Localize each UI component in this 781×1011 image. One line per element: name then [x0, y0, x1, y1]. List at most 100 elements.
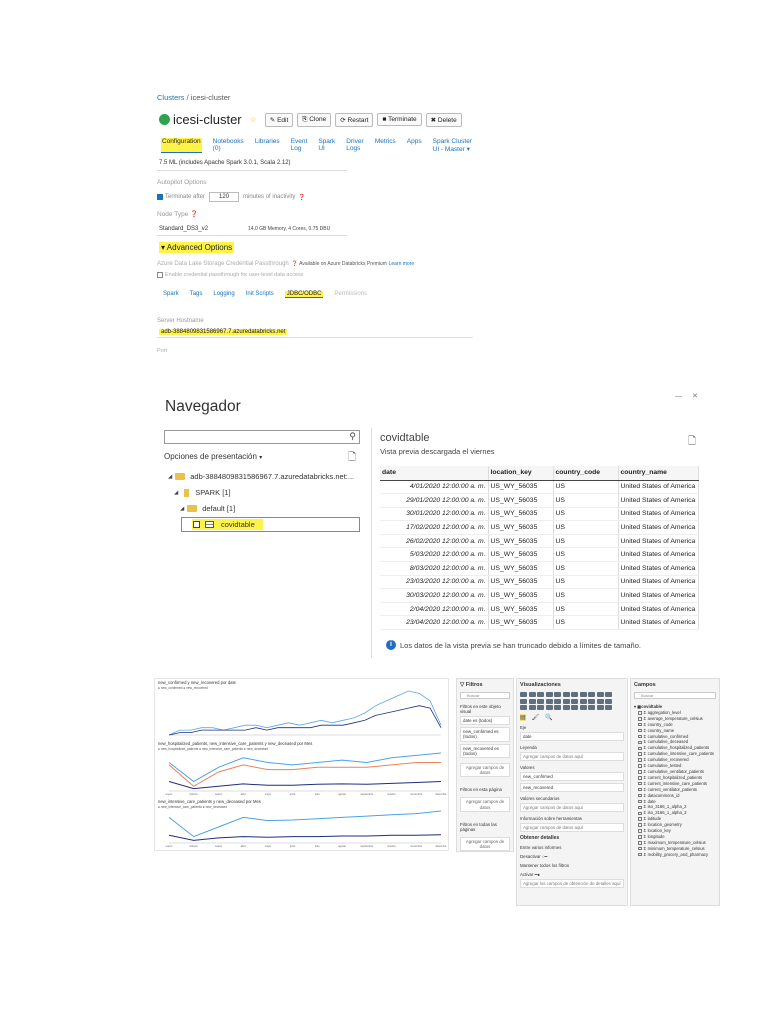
visual-type-icon[interactable]	[579, 698, 587, 704]
tree-spark-node[interactable]: ◢ SPARK [1]	[174, 488, 231, 497]
field-checkbox[interactable]	[638, 734, 642, 739]
visual-types-grid[interactable]	[520, 692, 624, 710]
cross-report-toggle[interactable]: Desactivar ○━	[520, 854, 624, 859]
enable-passthrough-checkbox[interactable]	[157, 272, 163, 278]
tab-spark-cluster-ui[interactable]: Spark Cluster UI - Master ▾	[433, 138, 474, 153]
subtab-permissions[interactable]: Permissions	[334, 291, 367, 298]
navigator-search-input[interactable]: ⚲	[164, 430, 360, 444]
tree-default-node[interactable]: ◢ default [1]	[180, 504, 235, 513]
field-checkbox[interactable]	[638, 841, 642, 845]
tab-configuration[interactable]: Configuration	[161, 138, 202, 153]
chart2-series-new_deceased[interactable]	[168, 781, 442, 790]
field-checkbox[interactable]	[638, 717, 642, 721]
values-well-new-recovered[interactable]: new_recovered	[520, 783, 624, 792]
visual-type-icon[interactable]	[596, 698, 604, 704]
visual-type-icon[interactable]	[596, 705, 604, 710]
legend-well[interactable]: Agregar campos de datos aquí	[520, 752, 624, 761]
field-checkbox[interactable]	[638, 776, 642, 780]
expand-triangle-icon[interactable]: ◢	[168, 474, 172, 480]
filter-page-add-fields[interactable]: Agregar campos de datos	[460, 797, 510, 812]
visual-type-icon[interactable]	[605, 698, 612, 704]
field-checkbox[interactable]	[638, 805, 642, 810]
column-header-country-code[interactable]: country_code	[553, 466, 619, 481]
tab-driver-logs[interactable]: Driver Logs	[346, 138, 364, 153]
axis-well[interactable]: date	[520, 732, 624, 741]
field-checkbox[interactable]	[638, 781, 642, 786]
visual-type-icon[interactable]	[588, 705, 595, 710]
visual-type-icon[interactable]	[596, 692, 604, 697]
format-paint-icon[interactable]: 🖌	[532, 714, 540, 721]
column-header-date[interactable]: date	[380, 466, 489, 481]
pane-divider[interactable]	[371, 428, 372, 658]
field-checkbox[interactable]	[638, 811, 642, 816]
visual-type-icon[interactable]	[537, 692, 544, 697]
breadcrumb-clusters-link[interactable]: Clusters	[157, 93, 185, 102]
export-icon[interactable]: 🗋	[688, 434, 696, 451]
tab-apps[interactable]: Apps	[407, 138, 422, 153]
drillthrough-well[interactable]: Agregar los campos de obtención de detal…	[520, 879, 624, 888]
column-header-country-name[interactable]: country_name	[618, 466, 699, 481]
subtab-jdbc-odbc[interactable]: JDBC/ODBC	[284, 291, 324, 298]
terminate-after-checkbox[interactable]	[157, 194, 163, 200]
filter-card-new-recovered[interactable]: new_recovered es (todos)	[460, 743, 510, 759]
field-checkbox[interactable]	[638, 817, 642, 821]
tab-libraries[interactable]: Libraries	[255, 138, 280, 153]
field-checkbox[interactable]	[638, 793, 642, 798]
filter-card-new-confirmed[interactable]: new_confirmed es (todos)	[460, 727, 510, 742]
visual-type-icon[interactable]	[528, 698, 536, 704]
tree-covidtable-node[interactable]: covidtable	[181, 517, 360, 532]
visual-type-icon[interactable]	[520, 705, 527, 710]
field-checkbox[interactable]	[638, 711, 642, 715]
fields-tab-icon[interactable]: ▤	[520, 714, 526, 721]
display-options-dropdown[interactable]: Opciones de presentación ▾	[164, 452, 262, 461]
restart-button[interactable]: ⟳ Restart	[335, 112, 374, 127]
field-checkbox[interactable]	[638, 829, 642, 833]
favorite-star-icon[interactable]: ☆	[250, 115, 257, 124]
terminate-minutes-input[interactable]: 120	[209, 192, 240, 202]
chart3-series-new_deceased[interactable]	[168, 834, 442, 841]
visual-type-icon[interactable]	[571, 705, 578, 710]
field-checkbox[interactable]	[638, 746, 642, 751]
visual-type-icon[interactable]	[545, 705, 553, 710]
field-checkbox[interactable]	[638, 722, 642, 727]
delete-button[interactable]: ✖ Delete	[425, 112, 462, 127]
field-checkbox[interactable]	[638, 799, 642, 804]
field-checkbox[interactable]	[638, 758, 642, 762]
filter-card-date[interactable]: date es (todos)	[460, 716, 510, 726]
filter-add-fields[interactable]: Agregar campos de datos	[460, 763, 510, 778]
field-checkbox[interactable]	[638, 835, 642, 839]
chart3-series-new_intensive_care_patients[interactable]	[168, 810, 442, 838]
visual-type-icon[interactable]	[528, 692, 536, 697]
help-icon[interactable]: ❓	[298, 194, 305, 201]
chart1-series-new_recovered[interactable]	[168, 705, 442, 736]
visual-type-icon[interactable]	[554, 705, 561, 710]
window-controls[interactable]: —✕	[675, 392, 708, 400]
expand-triangle-icon[interactable]: ◢	[180, 506, 184, 512]
visual-type-icon[interactable]	[562, 692, 570, 697]
visual-type-icon[interactable]	[520, 692, 527, 697]
runtime-version-select[interactable]: 7.5 ML (includes Apache Spark 3.0.1, Sca…	[157, 156, 347, 171]
visual-type-icon[interactable]	[554, 698, 561, 704]
tab-event-log[interactable]: Event Log	[291, 138, 308, 153]
tooltips-well[interactable]: Agregar campos de datos aquí	[520, 823, 624, 832]
expand-triangle-icon[interactable]: ◢	[174, 490, 178, 496]
visual-type-icon[interactable]	[579, 692, 587, 697]
field-checkbox[interactable]	[638, 764, 642, 768]
subtab-init-scripts[interactable]: Init Scripts	[246, 291, 274, 298]
filters-search-input[interactable]: Buscar	[460, 692, 510, 699]
visual-type-icon[interactable]	[528, 705, 536, 710]
tab-notebooks[interactable]: Notebooks (0)	[213, 138, 244, 153]
node-type-select[interactable]: Standard_DS3_v2 14.0 GB Memory, 4 Cores,…	[157, 223, 347, 236]
covidtable-checkbox[interactable]	[193, 521, 200, 528]
field-checkbox[interactable]	[638, 752, 642, 756]
visual-type-icon[interactable]	[537, 705, 544, 710]
tree-server-node[interactable]: ◢ adb-3884809831586967.7.azuredatabricks.…	[168, 472, 354, 481]
field-checkbox[interactable]	[638, 823, 642, 827]
field-checkbox[interactable]	[638, 787, 642, 792]
visual-type-icon[interactable]	[571, 698, 578, 704]
analytics-icon[interactable]: 🔍	[545, 714, 552, 721]
subtab-logging[interactable]: Logging	[213, 291, 234, 298]
field-checkbox[interactable]	[638, 852, 642, 857]
tab-metrics[interactable]: Metrics	[375, 138, 396, 153]
subtab-spark[interactable]: Spark	[163, 291, 179, 298]
